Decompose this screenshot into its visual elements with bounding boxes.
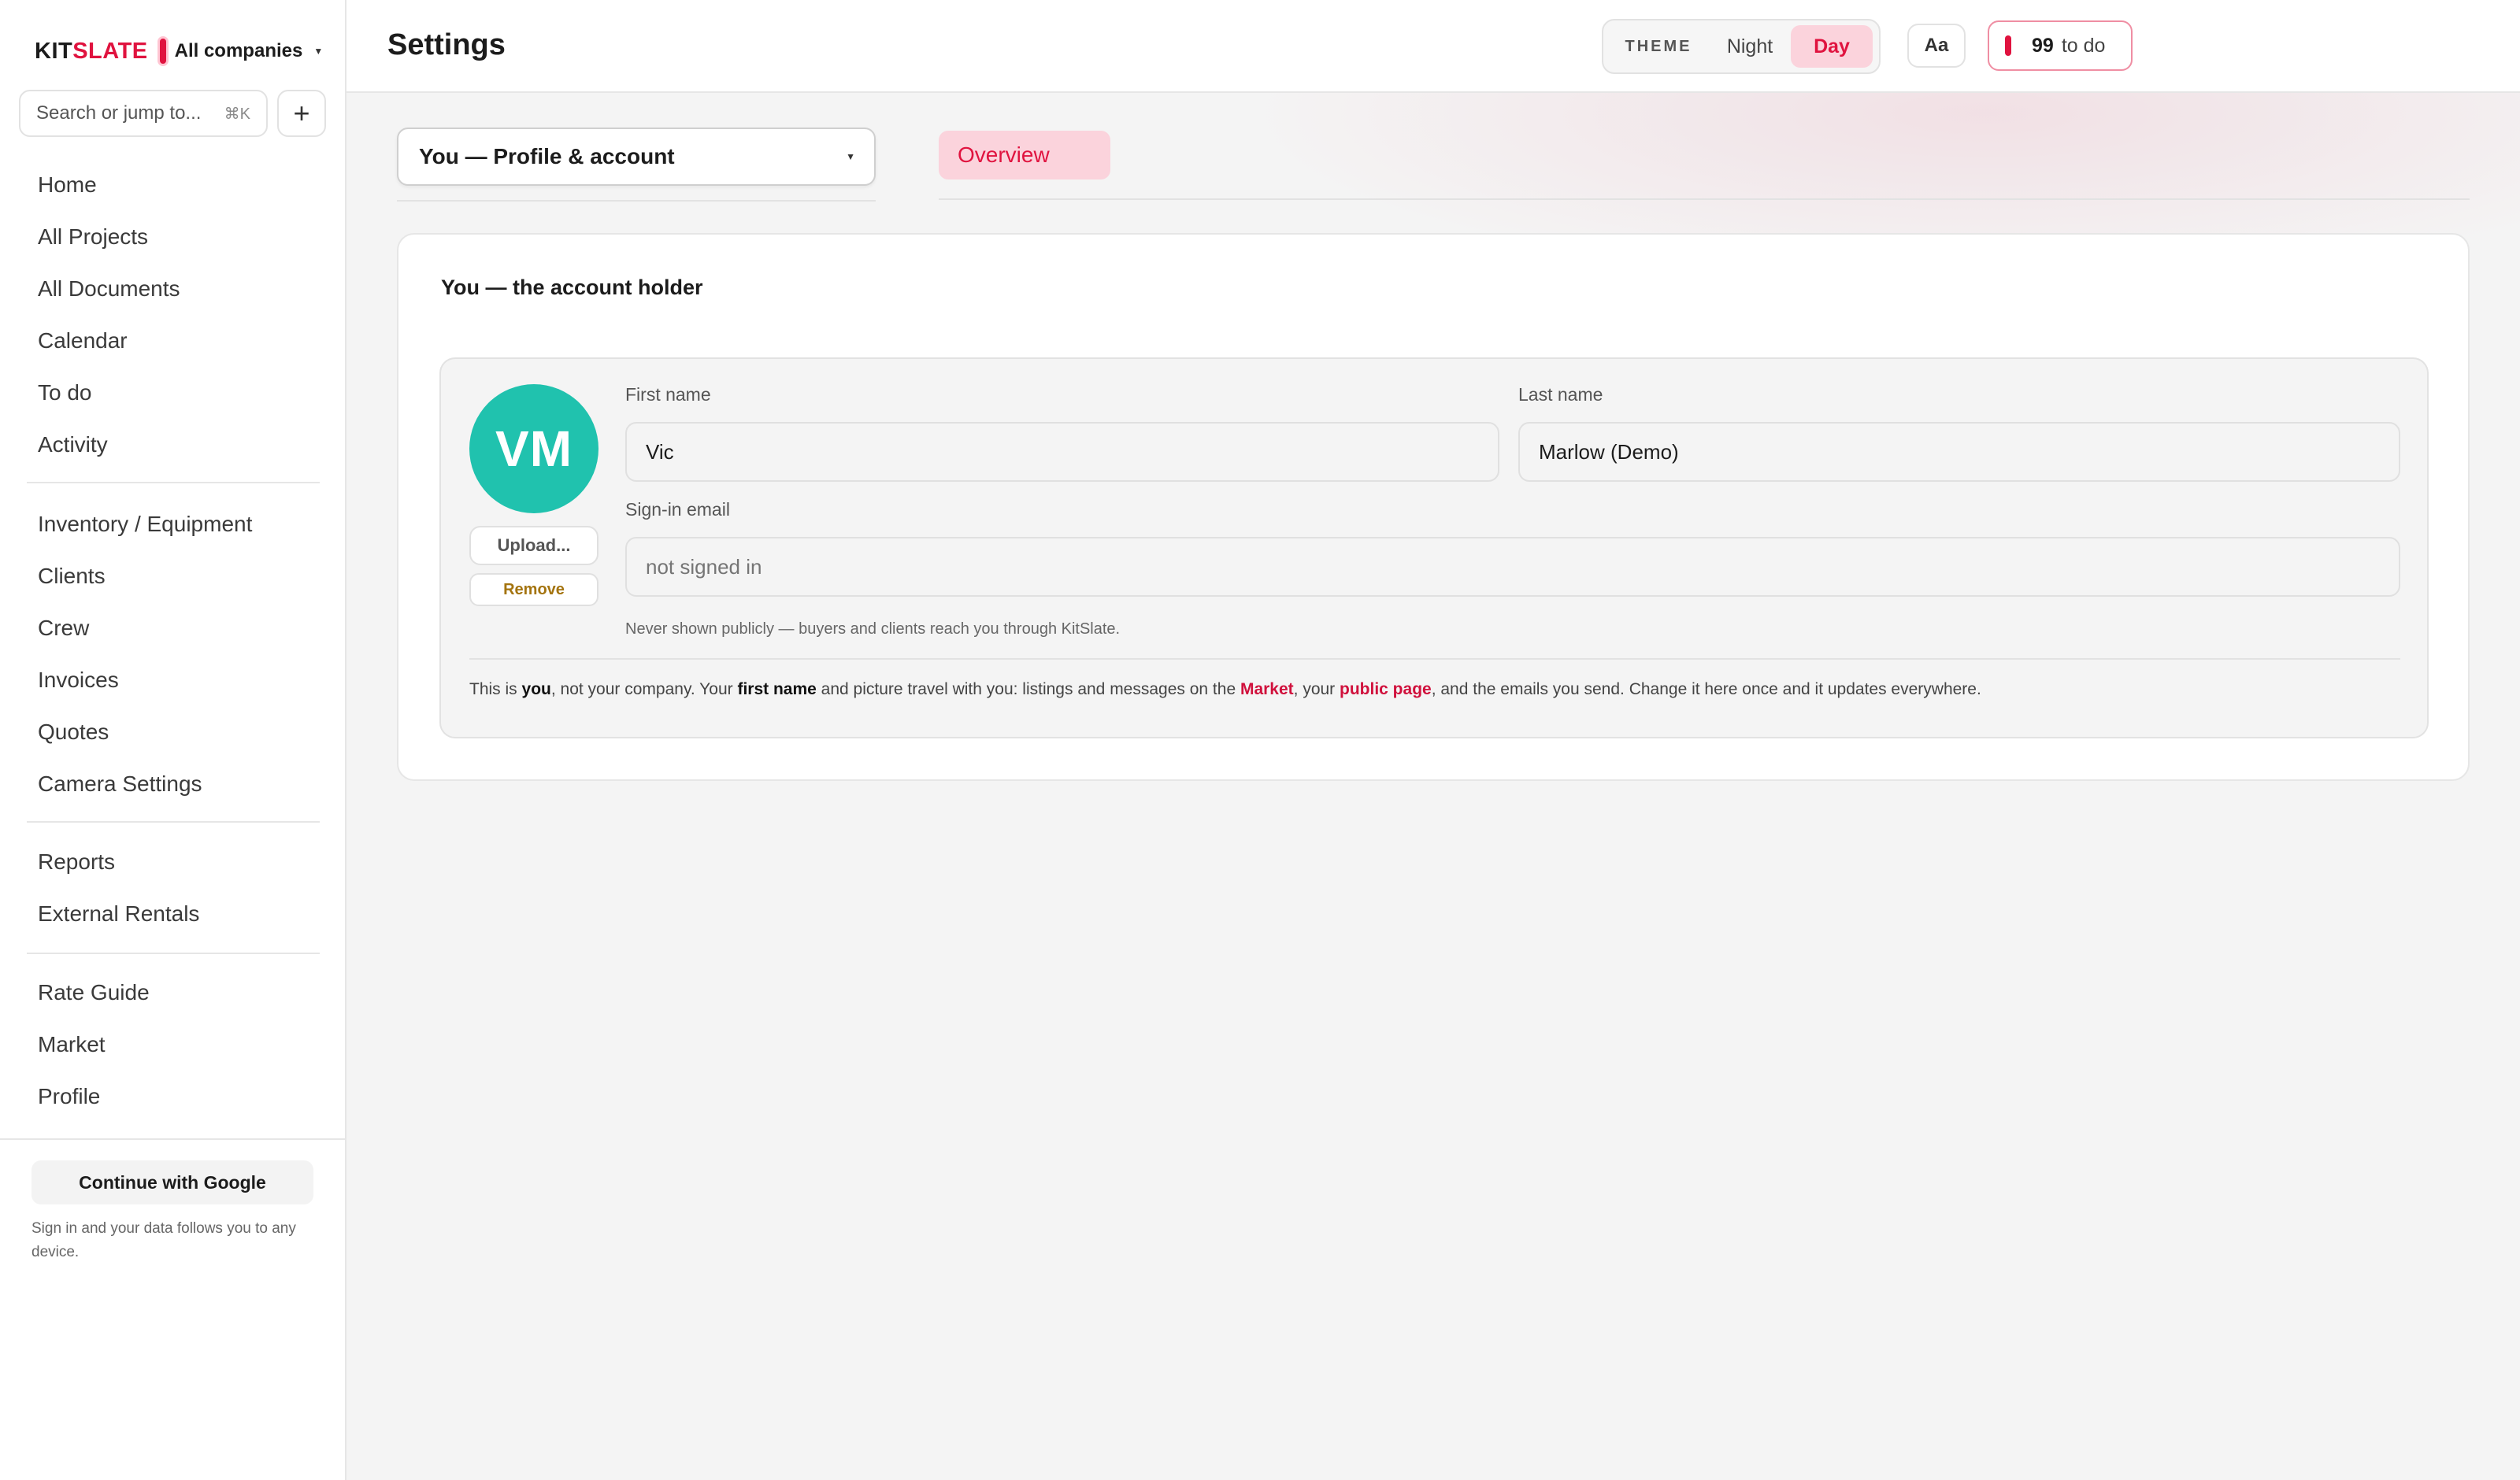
google-signin-button[interactable]: Continue with Google	[32, 1160, 313, 1204]
nav-divider	[27, 482, 320, 483]
sidebar-item-all-projects[interactable]: All Projects	[0, 211, 346, 263]
topbar: Settings	[346, 0, 2520, 93]
last-name-field[interactable]	[1518, 422, 2400, 482]
sidebar-item-all-documents[interactable]: All Documents	[0, 263, 346, 315]
last-name-label: Last name	[1518, 384, 1603, 405]
chevron-down-icon: ▼	[846, 151, 855, 162]
sidebar-item-market[interactable]: Market	[0, 1019, 346, 1071]
tab-overview[interactable]: Overview	[939, 131, 1110, 179]
theme-day-option[interactable]: Day	[1791, 25, 1873, 68]
sidebar: KITSLATE All companies ▼ ⌘K + Home All P…	[0, 0, 346, 1480]
nav-divider	[27, 953, 320, 954]
todo-indicator-icon	[2005, 35, 2011, 56]
sidebar-item-reports[interactable]: Reports	[0, 836, 346, 888]
search-box[interactable]: ⌘K	[19, 90, 268, 137]
avatar: VM	[469, 384, 598, 513]
chevron-down-icon[interactable]: ▼	[313, 46, 323, 57]
profile-panel: VM Upload... Remove First name Last name…	[439, 357, 2429, 738]
upload-button[interactable]: Upload...	[469, 526, 598, 565]
theme-switch: THEME Night Day	[1602, 19, 1881, 74]
public-page-link[interactable]: public page	[1340, 680, 1432, 698]
theme-night-option[interactable]: Night	[1709, 25, 1791, 68]
sidebar-item-crew[interactable]: Crew	[0, 602, 346, 654]
sidebar-item-invoices[interactable]: Invoices	[0, 654, 346, 706]
nav-group-other: Rate Guide Market Profile	[0, 967, 346, 1123]
account-card: You — the account holder VM Upload... Re…	[397, 233, 2470, 781]
todo-label: to do	[2061, 34, 2106, 57]
sidebar-item-activity[interactable]: Activity	[0, 419, 346, 471]
remove-button[interactable]: Remove	[469, 573, 598, 606]
sidebar-item-camera-settings[interactable]: Camera Settings	[0, 758, 346, 810]
sidebar-item-inventory[interactable]: Inventory / Equipment	[0, 498, 346, 550]
app-logo[interactable]: KITSLATE	[35, 39, 148, 65]
card-title: You — the account holder	[441, 276, 703, 299]
todo-button[interactable]: 99 to do	[1988, 20, 2133, 71]
nav-group-reports: Reports External Rentals	[0, 836, 346, 940]
brand-row: KITSLATE All companies ▼	[35, 36, 323, 66]
sidebar-item-external-rentals[interactable]: External Rentals	[0, 888, 346, 940]
profile-info-text: This is you, not your company. Your firs…	[469, 680, 1981, 698]
first-name-field[interactable]	[625, 422, 1499, 482]
sidebar-item-profile[interactable]: Profile	[0, 1071, 346, 1123]
sidebar-item-home[interactable]: Home	[0, 159, 346, 211]
tabs-underline	[939, 198, 2470, 200]
first-name-label: First name	[625, 384, 711, 405]
font-size-button[interactable]: Aa	[1907, 24, 1966, 68]
sidebar-item-rate-guide[interactable]: Rate Guide	[0, 967, 346, 1019]
nav-group-main: Home All Projects All Documents Calendar…	[0, 159, 346, 471]
add-button[interactable]: +	[277, 90, 326, 137]
section-select[interactable]: You — Profile & account ▼	[397, 128, 876, 186]
email-label: Sign-in email	[625, 499, 730, 520]
sidebar-item-clients[interactable]: Clients	[0, 550, 346, 602]
panel-divider	[469, 658, 2400, 660]
sidebar-item-calendar[interactable]: Calendar	[0, 315, 346, 367]
signin-note: Sign in and your data follows you to any…	[32, 1220, 296, 1260]
todo-count: 99	[2032, 34, 2054, 57]
nav-group-operations: Inventory / Equipment Clients Crew Invoi…	[0, 498, 346, 810]
email-field[interactable]	[625, 537, 2400, 597]
select-underline	[397, 200, 876, 202]
company-switcher[interactable]: All companies	[175, 40, 303, 62]
brand-pill-icon	[157, 36, 169, 66]
sidebar-item-to-do[interactable]: To do	[0, 367, 346, 419]
nav-divider	[27, 821, 320, 823]
sidebar-footer-divider	[0, 1138, 346, 1140]
sidebar-item-quotes[interactable]: Quotes	[0, 706, 346, 758]
section-select-value: You — Profile & account	[419, 144, 675, 168]
theme-label: THEME	[1625, 37, 1692, 55]
page-title: Settings	[387, 28, 506, 61]
email-note: Never shown publicly — buyers and client…	[625, 620, 1121, 638]
shortcut-hint: ⌘K	[224, 105, 250, 123]
search-input[interactable]	[36, 102, 217, 124]
market-link[interactable]: Market	[1240, 680, 1294, 698]
